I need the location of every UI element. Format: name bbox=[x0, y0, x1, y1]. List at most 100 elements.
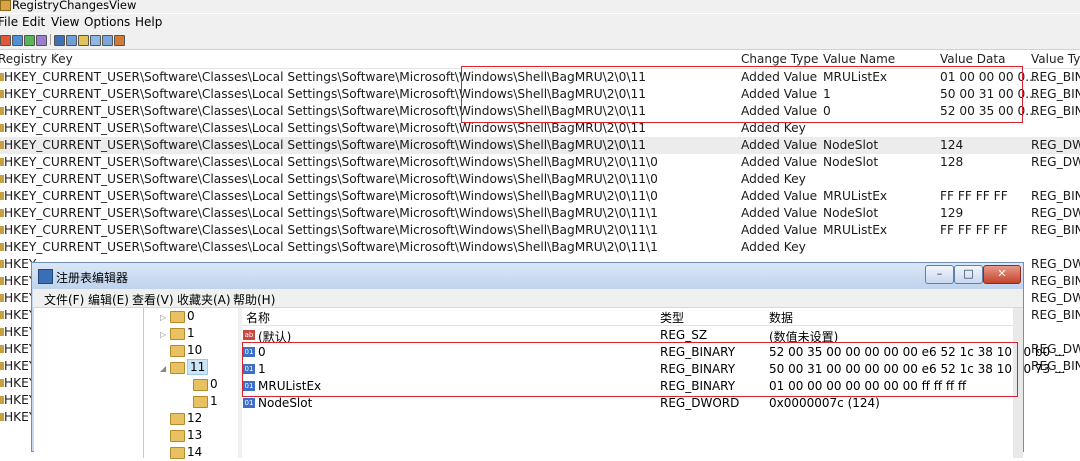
regedit-menu-favorites[interactable]: 收藏夹(A) bbox=[177, 291, 231, 308]
cell-value-name: NodeSlot bbox=[823, 206, 879, 220]
cell-value-data: FF FF FF FF bbox=[940, 189, 1008, 203]
tree-node[interactable]: 13 bbox=[160, 428, 220, 444]
regedit-icon bbox=[38, 269, 53, 284]
cell-change-type: Added Value bbox=[741, 138, 818, 152]
tree-node-label: 10 bbox=[187, 343, 203, 357]
cell-value-name: MRUListEx bbox=[823, 70, 888, 84]
col-value-type[interactable]: Value Typ bbox=[1031, 52, 1080, 66]
window-title: RegistryChangesView bbox=[12, 0, 137, 12]
refresh-icon[interactable] bbox=[12, 35, 23, 46]
copy-icon[interactable] bbox=[78, 35, 89, 46]
tree-node[interactable]: 12 bbox=[160, 411, 220, 427]
regedit-menu-help[interactable]: 帮助(H) bbox=[233, 291, 275, 308]
table-row[interactable]: HKEY_CURRENT_USER\Software\Classes\Local… bbox=[0, 69, 1080, 86]
tree-node[interactable]: 1 bbox=[183, 394, 243, 410]
table-row[interactable]: HKEY_CURRENT_USER\Software\Classes\Local… bbox=[0, 86, 1080, 103]
tree-node[interactable]: ◢ 11 bbox=[160, 359, 220, 376]
html-report-icon[interactable] bbox=[66, 35, 77, 46]
table-row[interactable]: HKEY_CURRENT_USER\Software\Classes\Local… bbox=[0, 137, 1080, 154]
cell-value-data: 128 bbox=[940, 155, 964, 169]
col-registry-key[interactable]: Registry Key bbox=[0, 52, 73, 66]
value-type: REG_BINARY bbox=[660, 379, 736, 393]
regedit-menu-edit[interactable]: 编辑(E) bbox=[88, 291, 129, 308]
regedit-menu-view[interactable]: 查看(V) bbox=[132, 291, 174, 308]
regedit-title: 注册表编辑器 bbox=[56, 271, 129, 285]
options-icon[interactable] bbox=[36, 35, 47, 46]
table-row[interactable]: HKEY_CURRENT_USER\Software\Classes\Local… bbox=[0, 103, 1080, 120]
col-change-type[interactable]: Change Type bbox=[741, 52, 818, 66]
value-row[interactable]: 01 1 REG_BINARY 50 00 31 00 00 00 00 00 e6 … bbox=[242, 361, 1065, 378]
cell-registry-key: HKEY_CURRENT_USER\Software\Classes\Local… bbox=[4, 240, 658, 254]
tree-node[interactable]: ▷ 0 bbox=[160, 309, 220, 325]
menu-options[interactable]: Options bbox=[84, 15, 130, 29]
regedit-title-bar: 注册表编辑器 – □ ✕ bbox=[32, 263, 1023, 289]
cell-change-type: Added Value bbox=[741, 104, 818, 118]
cell-value-type: REG_BINA bbox=[1031, 308, 1080, 322]
minimize-button[interactable]: – bbox=[925, 265, 954, 284]
value-type: REG_BINARY bbox=[660, 345, 736, 359]
cell-value-name: NodeSlot bbox=[823, 155, 879, 169]
table-row[interactable]: HKEY_CURRENT_USER\Software\Classes\Local… bbox=[0, 171, 1080, 188]
table-row[interactable]: HKEY_CURRENT_USER\Software\Classes\Local… bbox=[0, 154, 1080, 171]
maximize-button[interactable]: □ bbox=[954, 265, 983, 284]
exit-icon[interactable] bbox=[114, 35, 125, 46]
tree-node[interactable]: ▷ 1 bbox=[160, 326, 220, 342]
folder-icon bbox=[170, 430, 185, 442]
regedit-menu-file[interactable]: 文件(F) bbox=[44, 291, 84, 308]
table-row[interactable]: HKEY_CURRENT_USER\Software\Classes\Local… bbox=[0, 188, 1080, 205]
cell-value-type: REG_BINA bbox=[1031, 104, 1080, 118]
cell-change-type: Added Key bbox=[741, 240, 806, 254]
cell-value-data: 01 00 00 00 0... bbox=[940, 70, 1037, 84]
toolbar-separator bbox=[50, 34, 51, 45]
app-icon bbox=[0, 0, 11, 11]
cell-value-type: REG_BINA bbox=[1031, 87, 1080, 101]
tree-node[interactable]: 14 bbox=[160, 445, 220, 461]
expand-arrow-icon[interactable]: ◢ bbox=[160, 364, 166, 373]
cell-registry-key: HKEY_CURRENT_USER\Software\Classes\Local… bbox=[4, 138, 647, 152]
close-button[interactable]: ✕ bbox=[983, 265, 1021, 284]
table-row[interactable]: HKEY_CURRENT_USER\Software\Classes\Local… bbox=[0, 205, 1080, 222]
table-row[interactable]: HKEY_CURRENT_USER\Software\Classes\Local… bbox=[0, 222, 1080, 239]
save-icon[interactable] bbox=[54, 35, 65, 46]
cell-registry-key: HKEY_CURRENT_USER\Software\Classes\Local… bbox=[4, 172, 658, 186]
value-row[interactable]: 01 NodeSlot REG_DWORD 0x0000007c (124) bbox=[242, 395, 1023, 412]
folder-icon bbox=[170, 345, 185, 357]
tree-node-label: 11 bbox=[187, 359, 209, 375]
binary-value-icon: 01 bbox=[243, 398, 255, 408]
compare-icon[interactable] bbox=[24, 35, 35, 46]
tree-node[interactable]: 10 bbox=[160, 343, 220, 359]
col-name[interactable]: 名称 bbox=[246, 309, 270, 326]
expand-arrow-icon[interactable]: ▷ bbox=[160, 313, 166, 322]
col-value-data[interactable]: Value Data bbox=[940, 52, 1005, 66]
cell-change-type: Added Value bbox=[741, 155, 818, 169]
cell-value-data: 52 00 35 00 0... bbox=[940, 104, 1037, 118]
value-row[interactable]: 01 MRUListEx REG_BINARY 01 00 00 00 00 00 0… bbox=[242, 378, 1023, 395]
delete-icon[interactable] bbox=[0, 35, 11, 46]
value-row[interactable]: 01 0 REG_BINARY 52 00 35 00 00 00 00 00 e6 … bbox=[242, 344, 1065, 361]
cell-registry-key: HKEY_CURRENT_USER\Software\Classes\Local… bbox=[4, 189, 658, 203]
folder-icon bbox=[170, 447, 185, 459]
menu-view[interactable]: View bbox=[51, 15, 79, 29]
menu-file[interactable]: File bbox=[0, 15, 18, 29]
cell-registry-key: HKEY_CURRENT_USER\Software\Classes\Local… bbox=[4, 87, 647, 101]
menu-edit[interactable]: Edit bbox=[22, 15, 45, 29]
menu-help[interactable]: Help bbox=[135, 15, 162, 29]
export-icon[interactable] bbox=[102, 35, 113, 46]
col-value-name[interactable]: Value Name bbox=[823, 52, 895, 66]
value-name: (默认) bbox=[258, 330, 292, 344]
cell-value-type: REG_DWO bbox=[1031, 138, 1080, 152]
table-row[interactable]: HKEY_CURRENT_USER\Software\Classes\Local… bbox=[0, 239, 1080, 256]
value-type: REG_BINARY bbox=[660, 362, 736, 376]
table-row[interactable]: HKEY_CURRENT_USER\Software\Classes\Local… bbox=[0, 120, 1080, 137]
cell-value-type: REG_BINA bbox=[1031, 189, 1080, 203]
col-data[interactable]: 数据 bbox=[769, 309, 793, 326]
col-type[interactable]: 类型 bbox=[660, 309, 684, 326]
tree-node[interactable]: 0 bbox=[183, 377, 243, 393]
tree-node-label: 1 bbox=[210, 394, 218, 408]
values-scrollbar[interactable] bbox=[1013, 308, 1023, 458]
tree-node-label: 1 bbox=[187, 326, 195, 340]
expand-arrow-icon[interactable]: ▷ bbox=[160, 330, 166, 339]
value-row[interactable]: ab (默认) REG_SZ (数值未设置) bbox=[242, 327, 1023, 344]
cell-registry-key: HKEY_CURRENT_USER\Software\Classes\Local… bbox=[4, 223, 658, 237]
properties-icon[interactable] bbox=[90, 35, 101, 46]
